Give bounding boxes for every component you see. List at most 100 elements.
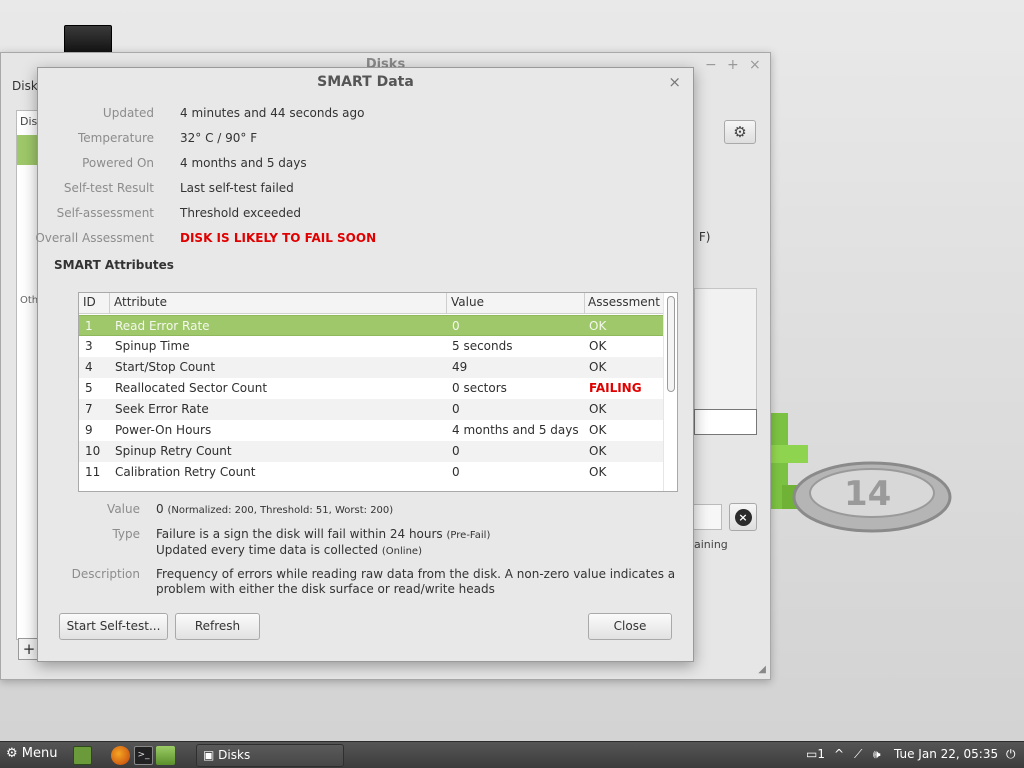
disk-list-other: Oth: [20, 295, 39, 306]
cell-id: 1: [85, 319, 93, 333]
close-button[interactable]: Close: [588, 613, 672, 640]
maximize-icon[interactable]: +: [727, 57, 739, 73]
table-row[interactable]: 4 Start/Stop Count 49 OK: [79, 357, 663, 378]
cell-assessment: OK: [589, 423, 607, 437]
info-label: Self-test Result: [63, 181, 154, 195]
minimize-icon[interactable]: −: [705, 57, 717, 73]
type-line-1: Failure is a sign the disk will fail wit…: [156, 527, 443, 541]
info-updated: Updated 4 minutes and 44 seconds ago: [38, 106, 678, 124]
detail-type: Failure is a sign the disk will fail wit…: [156, 527, 676, 559]
disks-label: Disk: [12, 79, 38, 93]
info-label: Powered On: [82, 156, 154, 170]
raw-value: 0: [156, 502, 164, 516]
cell-assessment: OK: [589, 339, 607, 353]
info-self-assessment: Self-assessment Threshold exceeded: [38, 206, 678, 224]
files-icon[interactable]: [156, 746, 175, 765]
cell-assessment: OK: [589, 319, 607, 333]
detail-description: Frequency of errors while reading raw da…: [156, 567, 676, 596]
info-value: Last self-test failed: [180, 181, 294, 195]
taskbar-item-disks[interactable]: ▣ Disks: [196, 744, 344, 767]
info-value: 32° C / 90° F: [180, 131, 258, 145]
selected-volume[interactable]: [694, 409, 757, 435]
scrollbar-thumb[interactable]: [667, 296, 675, 392]
cell-attribute: Calibration Retry Count: [115, 465, 256, 479]
terminal-icon[interactable]: >_: [134, 746, 153, 765]
cell-assessment-failing: FAILING: [589, 381, 642, 395]
cell-attribute: Reallocated Sector Count: [115, 381, 268, 395]
gear-icon: ⚙: [733, 123, 747, 141]
cell-id: 4: [85, 360, 93, 374]
cancel-job-button[interactable]: ×: [729, 503, 757, 531]
resize-grip-icon[interactable]: ◢: [758, 664, 766, 675]
info-label: Updated: [102, 106, 154, 120]
close-icon[interactable]: ×: [749, 57, 761, 73]
info-self-test-result: Self-test Result Last self-test failed: [38, 181, 678, 199]
table-row[interactable]: 7 Seek Error Rate 0 OK: [79, 399, 663, 420]
cell-id: 11: [85, 465, 101, 479]
column-separator: [584, 293, 585, 314]
task-label: Disks: [218, 748, 251, 762]
menu-label: Menu: [21, 746, 58, 761]
refresh-button[interactable]: Refresh: [175, 613, 260, 640]
disk-list-header: Dis: [20, 115, 38, 128]
desktop-monitor-icon[interactable]: [64, 25, 112, 55]
start-self-test-button[interactable]: Start Self-test...: [59, 613, 168, 640]
cell-value: 49: [452, 360, 468, 374]
column-separator: [109, 293, 110, 314]
smart-attributes-heading: SMART Attributes: [54, 258, 174, 272]
smart-attributes-table[interactable]: ID Attribute Value Assessment 1 Read Err…: [78, 292, 678, 492]
taskbar: ⚙ Menu >_ ▣ Disks ▭1 ^ ⟋ 🕪 Tue Jan 22, 0…: [0, 741, 1024, 768]
info-value: Threshold exceeded: [180, 206, 301, 220]
table-row[interactable]: 9 Power-On Hours 4 months and 5 days OK: [79, 420, 663, 441]
cell-id: 7: [85, 402, 93, 416]
info-value: 4 minutes and 44 seconds ago: [180, 106, 365, 120]
menu-button[interactable]: ⚙ Menu: [6, 746, 58, 761]
table-row[interactable]: 1 Read Error Rate 0 OK: [79, 315, 663, 336]
volume-field: [694, 504, 722, 530]
info-powered-on: Powered On 4 months and 5 days: [38, 156, 678, 174]
notification-count: 1: [817, 747, 825, 761]
gear-icon: ⚙: [6, 746, 18, 761]
column-header-attribute[interactable]: Attribute: [114, 295, 167, 309]
show-desktop-icon[interactable]: [73, 746, 92, 765]
dialog-close-icon[interactable]: ×: [668, 73, 681, 91]
info-overall-assessment: Overall Assessment DISK IS LIKELY TO FAI…: [35, 231, 678, 249]
cell-id: 5: [85, 381, 93, 395]
info-label: Self-assessment: [56, 206, 154, 220]
chevron-up-icon[interactable]: ^: [834, 747, 844, 761]
table-row[interactable]: 3 Spinup Time 5 seconds OK: [79, 336, 663, 357]
table-row[interactable]: 5 Reallocated Sector Count 0 sectors FAI…: [79, 378, 663, 399]
notifications-icon[interactable]: ▭1: [806, 747, 825, 761]
cell-attribute: Seek Error Rate: [115, 402, 209, 416]
disks-icon: ▣: [203, 748, 215, 762]
network-icon[interactable]: ⟋: [854, 747, 862, 762]
table-row[interactable]: 10 Spinup Retry Count 0 OK: [79, 441, 663, 462]
scrollbar-track[interactable]: [663, 293, 677, 491]
cell-id: 9: [85, 423, 93, 437]
cell-value: 0: [452, 319, 460, 333]
cell-value: 0: [452, 444, 460, 458]
close-circle-icon: ×: [734, 509, 752, 526]
clock[interactable]: Tue Jan 22, 05:35: [894, 747, 998, 761]
detail-label: Type: [112, 527, 140, 541]
column-header-value[interactable]: Value: [451, 295, 484, 309]
cell-attribute: Power-On Hours: [115, 423, 212, 437]
drive-settings-button[interactable]: ⚙: [724, 120, 756, 144]
cell-assessment: OK: [589, 444, 607, 458]
remaining-fragment: aining: [694, 538, 728, 551]
cell-value: 0: [452, 402, 460, 416]
info-label: Overall Assessment: [35, 231, 154, 245]
volume-icon[interactable]: 🕪: [873, 747, 881, 762]
cell-attribute: Read Error Rate: [115, 319, 210, 333]
info-temperature: Temperature 32° C / 90° F: [38, 131, 678, 149]
dialog-title: SMART Data: [317, 74, 414, 90]
column-header-id[interactable]: ID: [83, 295, 96, 309]
column-header-assessment[interactable]: Assessment: [588, 295, 660, 309]
firefox-icon[interactable]: [111, 746, 130, 765]
detail-label: Value: [107, 502, 140, 516]
linux-mint-logo: 14: [768, 413, 952, 533]
disk-list-selected-item[interactable]: [17, 135, 37, 165]
power-icon[interactable]: ⏻: [1006, 747, 1016, 762]
disk-list[interactable]: Dis Oth: [16, 110, 38, 640]
table-row[interactable]: 11 Calibration Retry Count 0 OK: [79, 462, 663, 483]
